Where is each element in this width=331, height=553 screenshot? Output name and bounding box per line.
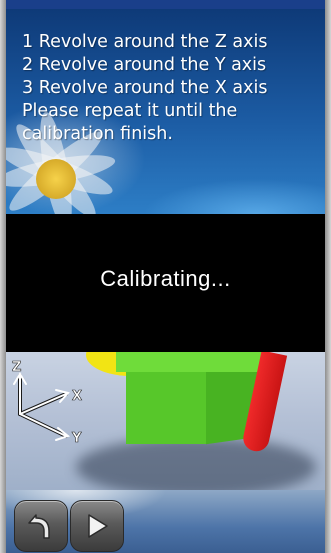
cube-front-face — [126, 372, 206, 444]
instruction-line: 2 Revolve around the Y axis — [22, 55, 267, 75]
axis-label-y: Y — [71, 431, 82, 446]
instruction-list: 1 Revolve around the Z axis 2 Revolve ar… — [22, 31, 267, 146]
cube-top-face — [116, 352, 266, 372]
instruction-line: 3 Revolve around the X axis — [22, 78, 268, 98]
flower-center — [36, 159, 76, 199]
axis-label-x: X — [72, 389, 82, 404]
right-frame-edge — [325, 0, 331, 553]
instruction-panel: 1 Revolve around the Z axis 2 Revolve ar… — [6, 9, 325, 214]
play-button[interactable] — [70, 500, 124, 552]
play-icon — [88, 514, 108, 538]
instruction-line: 1 Revolve around the Z axis — [22, 32, 268, 52]
bottom-toolbar — [6, 490, 325, 553]
status-text: Calibrating... — [100, 266, 231, 291]
axis-label-z: Z — [12, 360, 21, 375]
cube-shadow — [76, 437, 316, 490]
back-arrow-icon — [28, 514, 50, 539]
top-strip — [6, 0, 325, 9]
instruction-line: Please repeat it until the — [22, 101, 238, 121]
back-button[interactable] — [14, 500, 68, 552]
status-banner: Calibrating... — [6, 214, 325, 352]
instruction-line: calibration finish. — [22, 124, 173, 144]
axis-orientation-icon: Z X Y — [12, 360, 83, 447]
